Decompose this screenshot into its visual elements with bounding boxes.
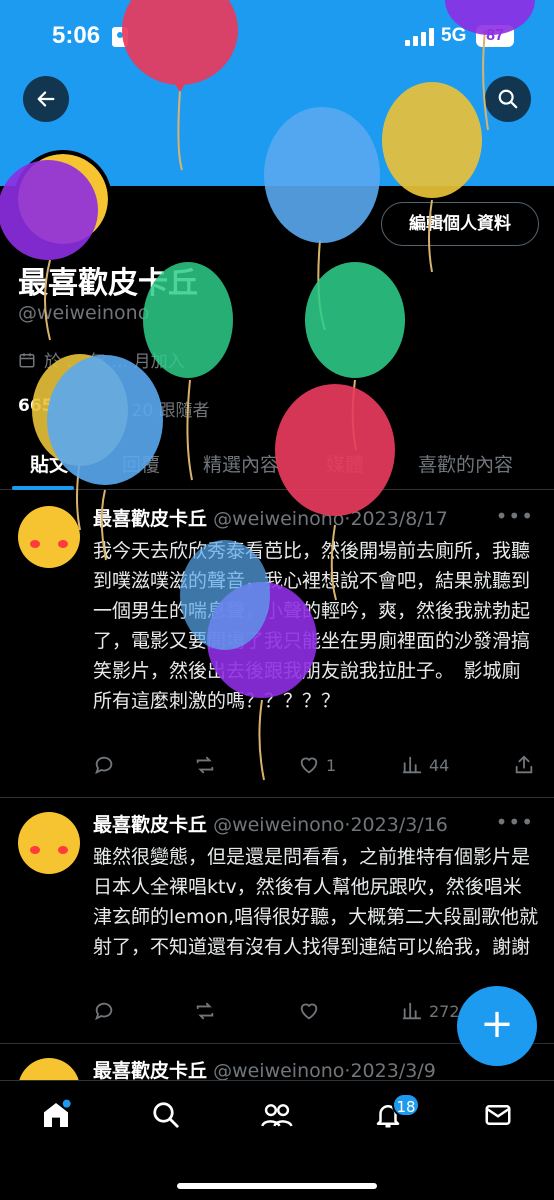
post-author-name[interactable]: 最喜歡皮卡丘 bbox=[93, 814, 207, 836]
repost-button[interactable] bbox=[193, 754, 223, 776]
view-count: 44 bbox=[429, 755, 450, 775]
post-avatar[interactable] bbox=[18, 506, 80, 568]
post-author-handle: @weiweinono bbox=[213, 508, 345, 530]
compose-post-button[interactable]: + bbox=[457, 986, 537, 1066]
post-header: 最喜歡皮卡丘 @weiweinono·2023/8/17 bbox=[93, 504, 448, 531]
edit-profile-button[interactable]: 編輯個人資料 bbox=[381, 202, 539, 246]
tab-likes[interactable]: 喜歡的內容 bbox=[418, 450, 513, 477]
post-author-handle: @weiweinono bbox=[213, 1060, 345, 1082]
search-button[interactable] bbox=[485, 76, 531, 122]
search-icon bbox=[498, 89, 518, 109]
follow-stats: 665 20 跟隨者 bbox=[18, 396, 210, 421]
joined-date: 於 … 年 … 月加入 bbox=[18, 347, 185, 372]
communities-icon bbox=[261, 1104, 293, 1127]
post-header: 最喜歡皮卡丘 @weiweinono·2023/3/9 bbox=[93, 1056, 436, 1083]
search-icon bbox=[153, 1102, 179, 1128]
tab-replies[interactable]: 回覆 bbox=[122, 450, 160, 477]
post-text: 我今天去欣欣秀泰看芭比，然後開場前去廁所，我聽到噗滋噗滋的聲音，我心裡想說不會吧… bbox=[93, 540, 531, 712]
views-icon bbox=[402, 1002, 422, 1020]
profile-display-name: 最喜歡皮卡丘 bbox=[18, 266, 198, 301]
mail-icon bbox=[485, 1105, 511, 1125]
repost-icon bbox=[196, 1002, 214, 1020]
tab-media[interactable]: 媒體 bbox=[326, 450, 364, 477]
like-count: 1 bbox=[326, 755, 337, 775]
post-date: ·2023/8/17 bbox=[344, 508, 448, 530]
active-tab-indicator bbox=[12, 486, 74, 490]
status-time: 5:06 bbox=[52, 22, 101, 49]
post-author-name[interactable]: 最喜歡皮卡丘 bbox=[93, 1060, 207, 1082]
reply-icon bbox=[95, 1002, 113, 1021]
nav-home[interactable] bbox=[38, 1097, 74, 1133]
share-button[interactable] bbox=[513, 754, 535, 776]
reply-button[interactable] bbox=[93, 1000, 121, 1022]
views-button[interactable]: 44 bbox=[401, 754, 449, 776]
notifications-badge: 18 bbox=[392, 1093, 420, 1117]
post-actions: 1 44 bbox=[93, 754, 539, 782]
post-avatar[interactable] bbox=[18, 812, 80, 874]
views-button[interactable]: 272 bbox=[401, 1000, 460, 1022]
more-options-icon[interactable]: ••• bbox=[496, 810, 534, 834]
reply-button[interactable] bbox=[93, 754, 121, 776]
nav-messages[interactable] bbox=[480, 1097, 516, 1133]
profile-handle: @weiweinono bbox=[18, 302, 150, 324]
home-icon bbox=[44, 1099, 71, 1127]
bottom-navigation: 18 bbox=[0, 1080, 554, 1200]
share-icon bbox=[515, 755, 533, 774]
joined-text: 於 … 年 … 月加入 bbox=[44, 352, 185, 372]
following-count[interactable]: 665 bbox=[18, 396, 54, 421]
post-header: 最喜歡皮卡丘 @weiweinono·2023/3/16 bbox=[93, 810, 448, 837]
profile-tabs: 貼文 回覆 精選內容 媒體 喜歡的內容 bbox=[0, 440, 554, 490]
battery-indicator: 87 bbox=[476, 25, 514, 47]
followers-label[interactable]: 20 跟隨者 bbox=[132, 396, 210, 421]
back-button[interactable] bbox=[23, 76, 69, 122]
post-text: 雖然很變態，但是還是問看看，之前推特有個影片是日本人全裸唱ktv，然後有人幫他尻… bbox=[93, 846, 539, 958]
reply-icon bbox=[95, 756, 113, 775]
tab-posts[interactable]: 貼文 bbox=[30, 450, 68, 477]
post-author-name[interactable]: 最喜歡皮卡丘 bbox=[93, 508, 207, 530]
profile-avatar[interactable] bbox=[14, 150, 112, 248]
status-bar: 5:06 5G 87 bbox=[0, 0, 554, 72]
views-icon bbox=[402, 756, 422, 774]
post-author-handle: @weiweinono bbox=[213, 814, 345, 836]
nav-communities[interactable] bbox=[259, 1097, 295, 1133]
calendar-icon bbox=[19, 352, 35, 367]
back-arrow-icon bbox=[37, 91, 55, 107]
home-indicator bbox=[177, 1183, 377, 1189]
repost-icon bbox=[196, 756, 214, 774]
like-button[interactable]: 1 bbox=[298, 754, 336, 776]
nav-search[interactable] bbox=[148, 1097, 184, 1133]
post-date: ·2023/3/9 bbox=[344, 1060, 436, 1082]
id-card-icon bbox=[112, 27, 128, 47]
view-count: 272 bbox=[429, 1001, 460, 1021]
signal-icon bbox=[405, 28, 435, 46]
heart-icon bbox=[300, 757, 318, 774]
tab-highlights[interactable]: 精選內容 bbox=[203, 450, 279, 477]
like-button[interactable] bbox=[298, 1000, 326, 1022]
heart-icon bbox=[300, 1003, 318, 1020]
post-date: ·2023/3/16 bbox=[344, 814, 448, 836]
post-item[interactable]: 最喜歡皮卡丘 @weiweinono·2023/8/17 ••• 我今天去欣欣秀… bbox=[0, 492, 554, 798]
more-options-icon[interactable]: ••• bbox=[496, 504, 534, 528]
repost-button[interactable] bbox=[193, 1000, 223, 1022]
balloon-green bbox=[305, 262, 405, 451]
network-type: 5G bbox=[441, 25, 467, 46]
